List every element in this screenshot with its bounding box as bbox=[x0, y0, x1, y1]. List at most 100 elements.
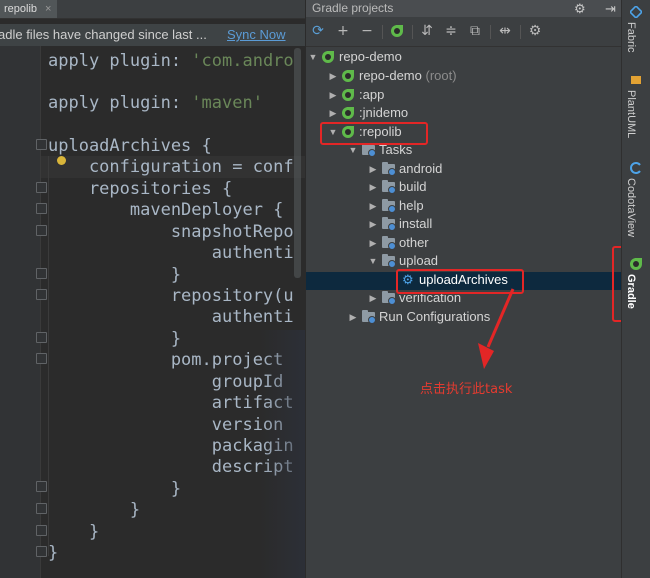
code-text: authenti bbox=[48, 307, 294, 327]
remove-icon[interactable]: − bbox=[358, 22, 376, 40]
code-line[interactable]: packagin bbox=[48, 435, 294, 457]
fold-marker-icon[interactable] bbox=[36, 268, 47, 279]
collapse-all-icon[interactable]: ≑ bbox=[442, 22, 460, 40]
tree-node-run-configurations[interactable]: ▶ Run Configurations bbox=[306, 308, 622, 326]
link-icon[interactable]: ⧉ bbox=[466, 22, 484, 40]
code-line[interactable]: artifact bbox=[48, 392, 294, 414]
code-line[interactable]: snapshotRepo bbox=[48, 221, 294, 243]
expand-arrow-icon[interactable]: ▶ bbox=[328, 86, 338, 104]
code-text: } bbox=[48, 479, 182, 499]
tab-codotaview[interactable]: CodotaView bbox=[622, 160, 650, 240]
fold-marker-icon[interactable] bbox=[36, 481, 47, 492]
tab-plantuml[interactable]: PlantUML bbox=[622, 72, 650, 148]
fold-marker-icon[interactable] bbox=[36, 225, 47, 236]
tree-node-android[interactable]: ▶ android bbox=[306, 160, 622, 178]
code-line[interactable]: repository(u bbox=[48, 285, 294, 307]
fold-marker-icon[interactable] bbox=[36, 332, 47, 343]
tab-gradle[interactable]: Gradle bbox=[622, 256, 650, 312]
tree-node-other[interactable]: ▶ other bbox=[306, 234, 622, 252]
code-line[interactable]: } bbox=[48, 478, 181, 500]
add-icon[interactable]: + bbox=[334, 22, 352, 40]
expand-arrow-icon[interactable]: ▶ bbox=[348, 308, 358, 326]
code-line[interactable]: apply plugin: 'com.andro bbox=[48, 50, 294, 72]
folder-icon bbox=[382, 236, 396, 250]
tab-fabric[interactable]: Fabric bbox=[622, 4, 650, 60]
code-line[interactable]: version bbox=[48, 414, 284, 436]
editor-scrollbar[interactable] bbox=[294, 48, 301, 278]
collapse-arrow-icon[interactable]: ▼ bbox=[368, 252, 378, 270]
editor-gutter[interactable] bbox=[0, 46, 41, 578]
hide-panel-icon[interactable]: ⇥ bbox=[605, 0, 616, 17]
gradle-icon bbox=[342, 107, 354, 119]
code-editor[interactable]: repolib × adle files have changed since l… bbox=[0, 0, 305, 578]
codota-icon bbox=[630, 162, 641, 174]
tree-node-help[interactable]: ▶ help bbox=[306, 197, 622, 215]
refresh-icon[interactable]: ⟳ bbox=[309, 22, 327, 40]
code-line[interactable]: mavenDeployer { bbox=[48, 199, 284, 221]
folder-icon bbox=[382, 291, 396, 305]
tree-node-app[interactable]: ▶:app bbox=[306, 86, 622, 104]
sync-now-link[interactable]: Sync Now bbox=[227, 24, 286, 46]
code-line[interactable]: configuration = conf bbox=[48, 156, 294, 178]
tree-node-install[interactable]: ▶ install bbox=[306, 215, 622, 233]
code-line[interactable]: uploadArchives { bbox=[48, 135, 212, 157]
expand-arrow-icon[interactable]: ▶ bbox=[368, 289, 378, 307]
expand-arrow-icon[interactable]: ▶ bbox=[328, 104, 338, 122]
code-line[interactable]: } bbox=[48, 264, 181, 286]
code-line[interactable]: authenti bbox=[48, 306, 294, 328]
code-line[interactable]: } bbox=[48, 328, 181, 350]
tree-node-label: other bbox=[399, 235, 429, 250]
code-line[interactable]: apply plugin: 'maven' bbox=[48, 92, 263, 114]
fold-marker-icon[interactable] bbox=[36, 353, 47, 364]
highlight-box-repolib bbox=[320, 122, 428, 145]
editor-tab-repolib[interactable]: repolib × bbox=[0, 0, 58, 18]
toolbar-divider bbox=[520, 25, 521, 39]
code-line[interactable]: authenti bbox=[48, 242, 294, 264]
code-line[interactable]: groupId bbox=[48, 371, 284, 393]
expand-arrow-icon[interactable]: ▶ bbox=[368, 178, 378, 196]
code-line[interactable]: } bbox=[48, 521, 99, 543]
code-line[interactable]: pom.project bbox=[48, 349, 284, 371]
tree-node-upload[interactable]: ▼ upload bbox=[306, 252, 622, 270]
toolbar-divider bbox=[490, 25, 491, 39]
expand-arrow-icon[interactable]: ▶ bbox=[368, 197, 378, 215]
settings-icon[interactable]: ⚙ bbox=[526, 22, 544, 40]
code-text: } bbox=[48, 543, 59, 563]
expand-arrow-icon[interactable]: ▶ bbox=[368, 160, 378, 178]
collapse-arrow-icon[interactable]: ▼ bbox=[308, 48, 318, 66]
tree-node-jnidemo[interactable]: ▶:jnidemo bbox=[306, 104, 622, 122]
toggle-offline-icon[interactable]: ⇹ bbox=[496, 22, 514, 40]
code-text: pom.project bbox=[48, 350, 284, 370]
fold-marker-icon[interactable] bbox=[36, 503, 47, 514]
fold-marker-icon[interactable] bbox=[36, 289, 47, 300]
expand-arrow-icon[interactable]: ▶ bbox=[368, 215, 378, 233]
code-text: version bbox=[48, 415, 284, 435]
execute-gradle-task-icon[interactable] bbox=[388, 22, 406, 40]
code-line[interactable]: repositories { bbox=[48, 178, 232, 200]
tree-node-label: upload bbox=[399, 253, 439, 268]
tree-node-label: android bbox=[399, 161, 443, 176]
tab-label-fabric: Fabric bbox=[625, 22, 637, 53]
tree-node-build[interactable]: ▶ build bbox=[306, 178, 622, 196]
expand-all-icon[interactable]: ⇵ bbox=[418, 22, 436, 40]
code-text: snapshotRepo bbox=[48, 222, 294, 242]
fold-marker-icon[interactable] bbox=[36, 139, 47, 150]
expand-arrow-icon[interactable]: ▶ bbox=[328, 67, 338, 85]
code-line[interactable]: } bbox=[48, 499, 140, 521]
tree-node-suffix: (root) bbox=[421, 68, 457, 83]
code-line[interactable]: } bbox=[48, 542, 58, 564]
fold-marker-icon[interactable] bbox=[36, 182, 47, 193]
fold-marker-icon[interactable] bbox=[36, 546, 47, 557]
tree-node-repo-demo[interactable]: ▼ repo-demo bbox=[306, 48, 622, 66]
lightbulb-icon[interactable] bbox=[57, 156, 66, 165]
expand-arrow-icon[interactable]: ▶ bbox=[368, 234, 378, 252]
fold-marker-icon[interactable] bbox=[36, 525, 47, 536]
close-icon[interactable]: × bbox=[45, 3, 51, 15]
code-text: configuration = conf bbox=[48, 157, 294, 177]
tree-node-label: repo-demo bbox=[359, 68, 422, 83]
fold-marker-icon[interactable] bbox=[36, 203, 47, 214]
fabric-icon bbox=[630, 6, 642, 18]
settings-icon[interactable]: ⚙ bbox=[574, 0, 586, 17]
tree-node-repo-demo[interactable]: ▶ repo-demo (root) bbox=[306, 67, 622, 85]
code-line[interactable]: descript bbox=[48, 456, 294, 478]
